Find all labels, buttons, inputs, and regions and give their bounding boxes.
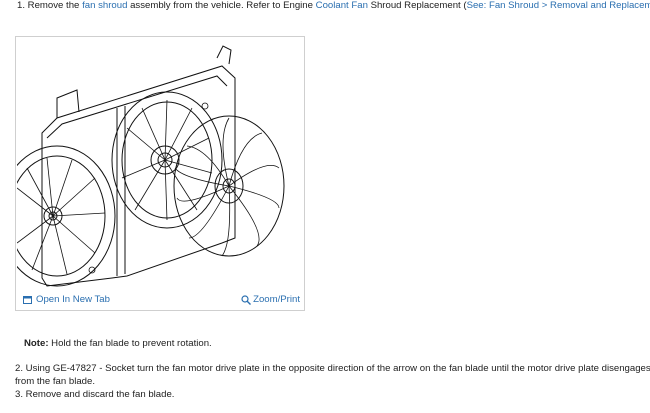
step-1: 1. Remove the fan shroud assembly from t… <box>17 0 650 12</box>
step-2-line-2: from the fan blade. <box>15 376 95 387</box>
fan-assembly-drawing[interactable] <box>17 38 305 293</box>
step-1-prefix: 1. Remove the <box>17 0 83 11</box>
step-1-mid-1: assembly from the vehicle. Refer to Engi… <box>127 0 316 11</box>
magnifier-icon <box>241 294 252 305</box>
figure-panel: Open In New Tab Zoom/Print <box>15 36 305 311</box>
note-label: Note: <box>24 338 49 349</box>
step-3: 3. Remove and discard the fan blade. <box>15 389 175 400</box>
note-text: Hold the fan blade to prevent rotation. <box>48 338 212 349</box>
figure-toolbar: Open In New Tab Zoom/Print <box>16 292 304 310</box>
zoom-print-button[interactable]: Zoom/Print <box>241 294 300 305</box>
open-in-new-tab-icon <box>23 295 32 304</box>
see-fan-shroud-link[interactable]: See: Fan Shroud > Removal and Replacemen… <box>467 0 650 11</box>
step-1-mid-2: Shroud Replacement ( <box>367 0 467 11</box>
step-2-line-1: 2. Using GE-47827 - Socket turn the fan … <box>15 363 650 374</box>
note: Note: Hold the fan blade to prevent rota… <box>24 338 212 349</box>
open-in-new-tab-button[interactable]: Open In New Tab <box>23 294 110 305</box>
zoom-print-label: Zoom/Print <box>253 294 300 305</box>
fan-shroud-link[interactable]: fan shroud <box>82 0 127 11</box>
open-in-new-tab-label: Open In New Tab <box>36 294 110 305</box>
coolant-fan-link[interactable]: Coolant Fan <box>316 0 368 11</box>
